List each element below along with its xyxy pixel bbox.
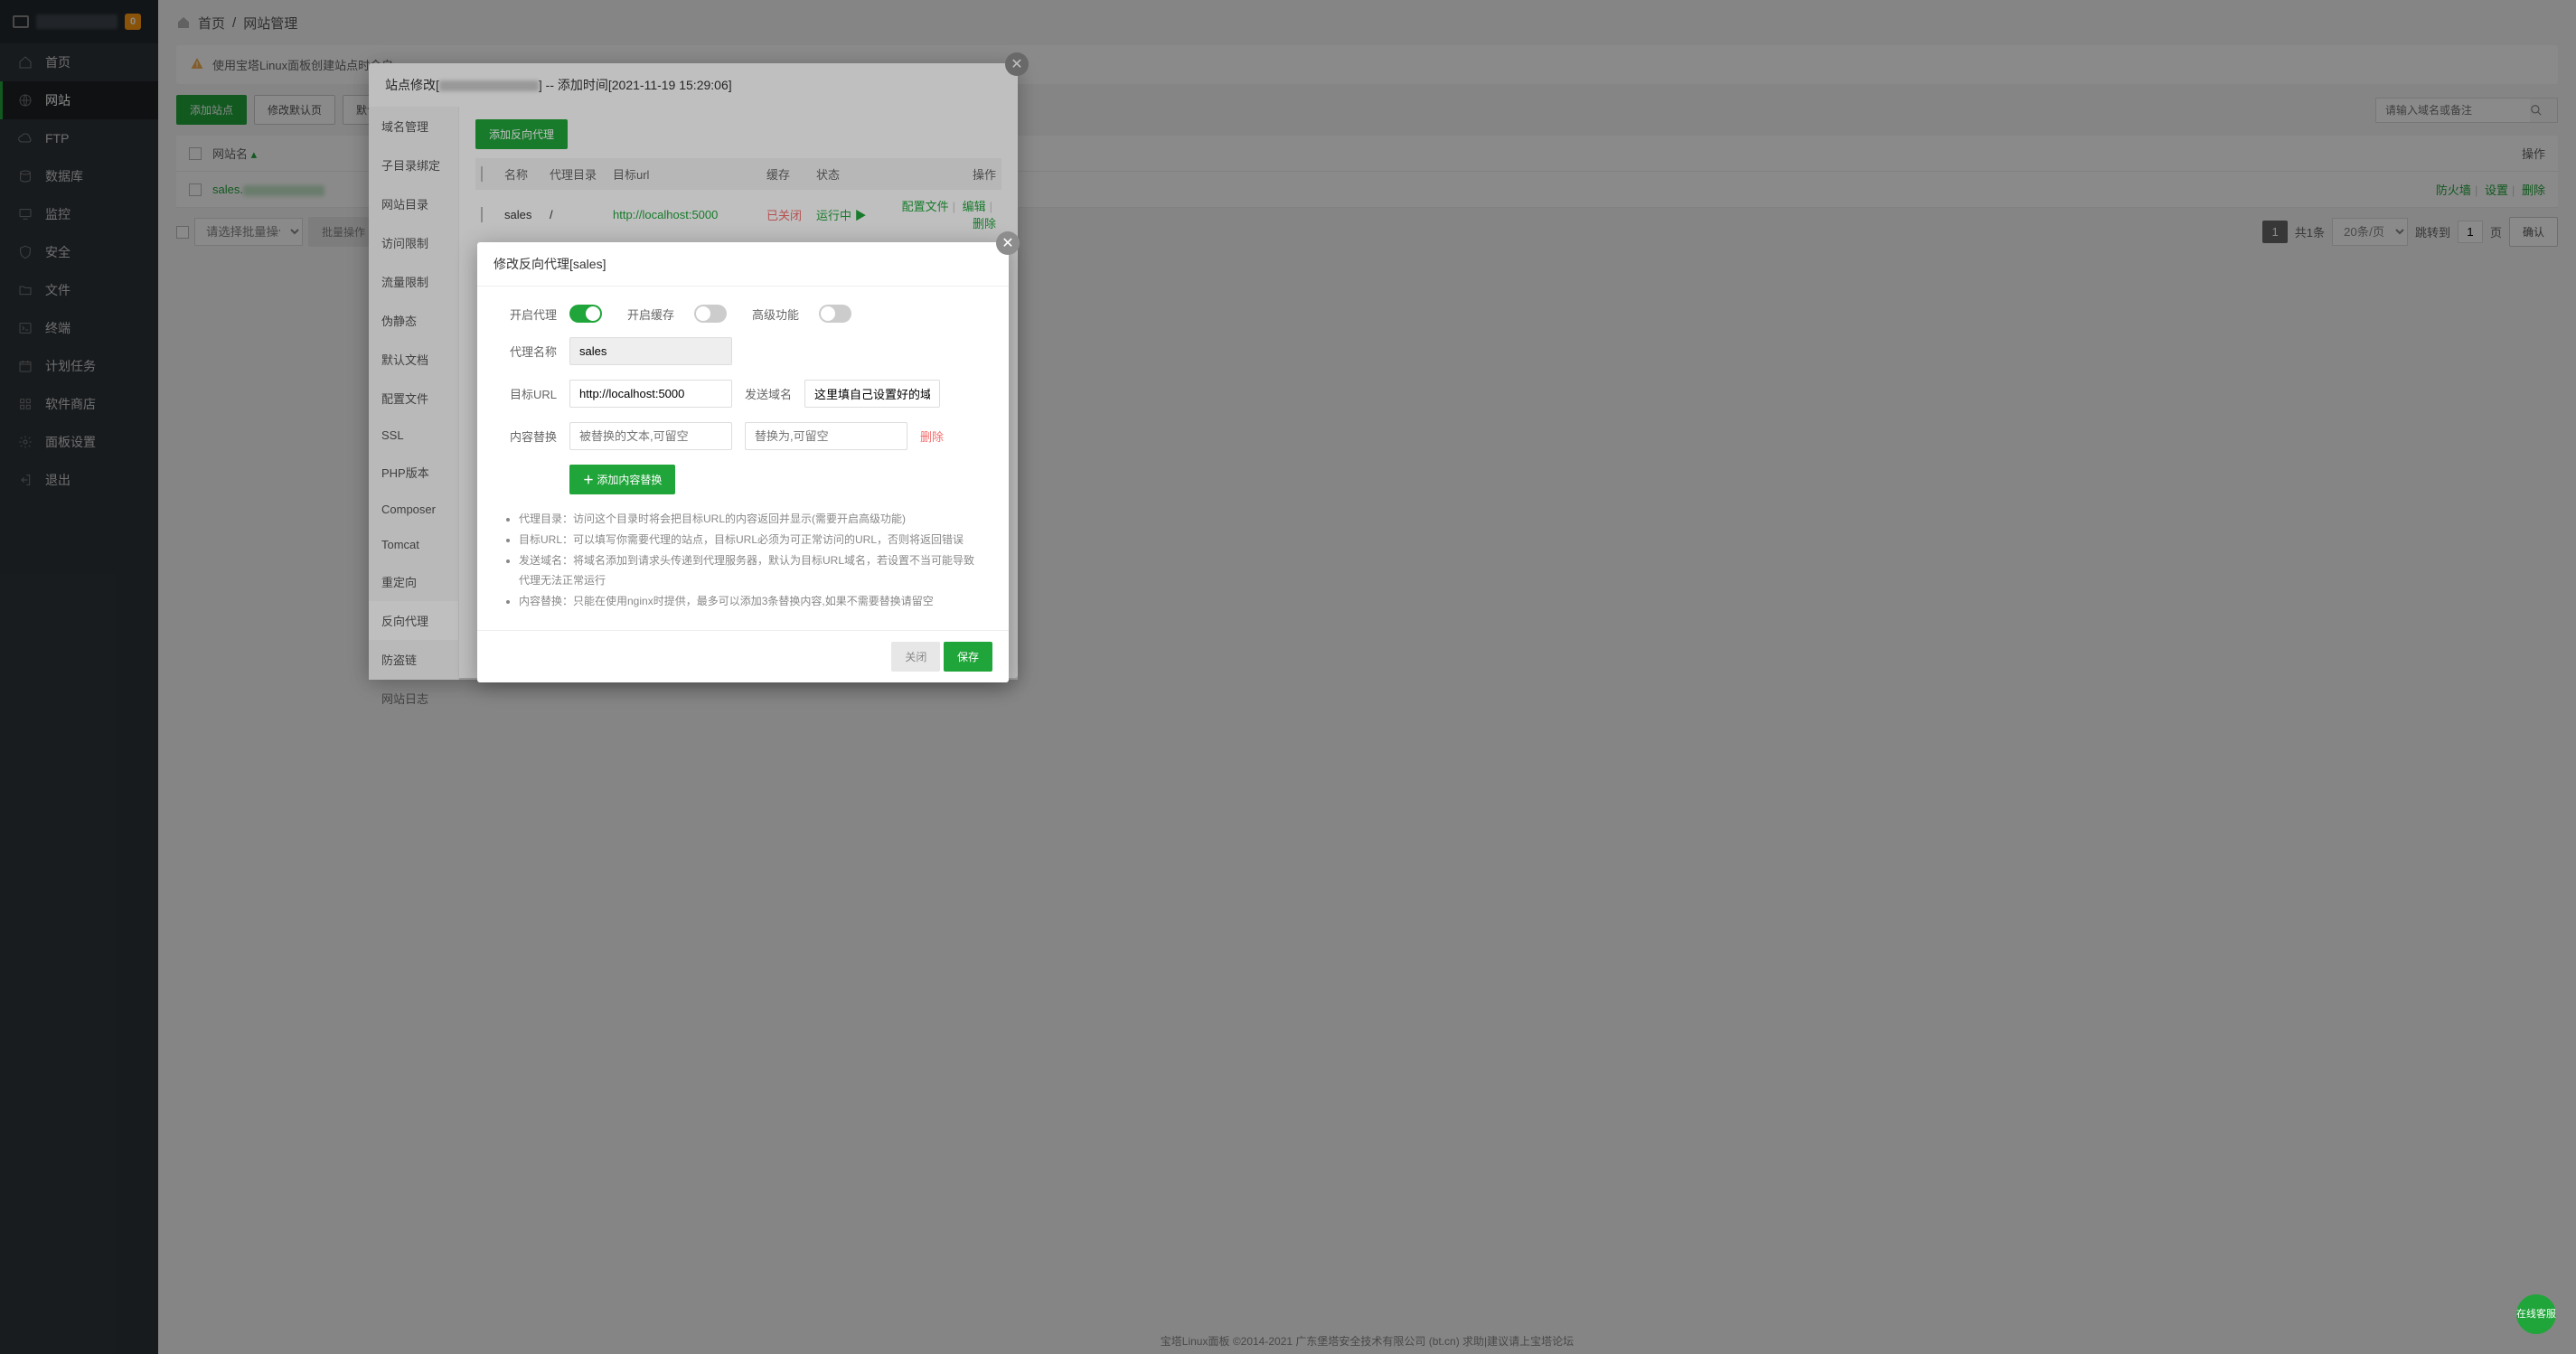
save-button[interactable]: 保存 bbox=[944, 642, 992, 672]
modal-overlay-2[interactable] bbox=[0, 0, 2576, 1354]
help-item: 内容替换：只能在使用nginx时提供，最多可以添加3条替换内容,如果不需要替换请… bbox=[519, 591, 983, 612]
enable-cache-toggle[interactable] bbox=[694, 305, 727, 323]
replace-del-link[interactable]: 删除 bbox=[920, 428, 944, 445]
help-item: 目标URL：可以填写你需要代理的站点，目标URL必须为可正常访问的URL，否则将… bbox=[519, 530, 983, 550]
adv-toggle[interactable] bbox=[819, 305, 851, 323]
add-replace-button[interactable]: ＋ 添加内容替换 bbox=[569, 465, 675, 494]
target-url-input[interactable] bbox=[569, 380, 732, 408]
help-list: 代理目录：访问这个目录时将会把目标URL的内容返回并显示(需要开启高级功能)目标… bbox=[503, 509, 983, 612]
modal2-title: 修改反向代理[sales] bbox=[477, 242, 1009, 287]
close-icon[interactable]: ✕ bbox=[996, 231, 1020, 255]
replace-from-input[interactable] bbox=[569, 422, 732, 450]
send-domain-input[interactable] bbox=[804, 380, 940, 408]
edit-proxy-modal: ✕ 修改反向代理[sales] 开启代理 开启缓存 高级功能 代理名称 目标UR… bbox=[477, 242, 1009, 682]
enable-proxy-toggle[interactable] bbox=[569, 305, 602, 323]
plus-icon: ＋ bbox=[583, 474, 594, 486]
replace-to-input[interactable] bbox=[745, 422, 907, 450]
help-item: 代理目录：访问这个目录时将会把目标URL的内容返回并显示(需要开启高级功能) bbox=[519, 509, 983, 530]
proxy-name-input bbox=[569, 337, 732, 365]
help-item: 发送域名：将域名添加到请求头传递到代理服务器，默认为目标URL域名，若设置不当可… bbox=[519, 550, 983, 592]
close-button[interactable]: 关闭 bbox=[891, 642, 940, 672]
support-fab[interactable]: 在线客服 bbox=[2516, 1294, 2556, 1334]
